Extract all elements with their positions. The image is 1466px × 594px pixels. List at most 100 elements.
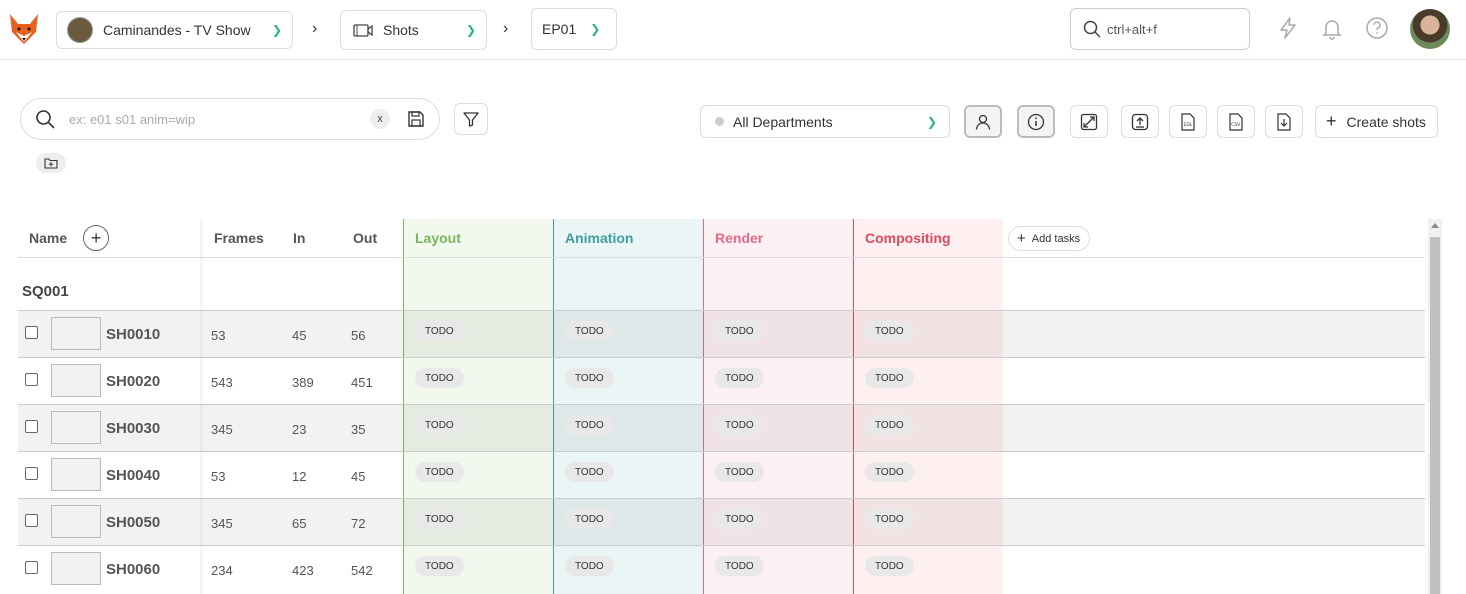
task-status-layout[interactable]: TODO	[415, 509, 464, 529]
shot-frame-out[interactable]: 56	[351, 328, 365, 343]
shot-name[interactable]: SH0010	[106, 326, 160, 343]
shot-frame-in[interactable]: 23	[292, 422, 306, 437]
global-search[interactable]	[1070, 8, 1250, 50]
clear-search-button[interactable]: x	[370, 109, 390, 129]
user-avatar[interactable]	[1410, 9, 1450, 49]
task-header-compositing[interactable]: Compositing	[865, 219, 951, 257]
shot-name[interactable]: SH0040	[106, 467, 160, 484]
table-row[interactable]: SH0010 53 45 56 TODO TODO TODO TODO	[18, 310, 1425, 357]
export-button[interactable]	[1265, 105, 1303, 138]
task-status-layout[interactable]: TODO	[415, 462, 464, 482]
task-status-render[interactable]: TODO	[715, 415, 764, 435]
shot-search-input[interactable]	[69, 111, 359, 127]
task-status-animation[interactable]: TODO	[565, 462, 614, 482]
shot-thumbnail[interactable]	[51, 458, 101, 491]
save-search-icon[interactable]	[407, 110, 425, 128]
department-selector[interactable]: All Departments ❯	[700, 105, 950, 138]
frames-column-header[interactable]: Frames	[214, 219, 264, 257]
task-status-animation[interactable]: TODO	[565, 415, 614, 435]
task-status-animation[interactable]: TODO	[565, 556, 614, 576]
name-column-header[interactable]: Name +	[29, 219, 110, 257]
filter-button[interactable]	[454, 103, 488, 135]
expand-button[interactable]	[1070, 105, 1108, 138]
shot-thumbnail[interactable]	[51, 364, 101, 397]
table-row[interactable]: SH0020 543 389 451 TODO TODO TODO TODO	[18, 357, 1425, 404]
row-checkbox[interactable]	[25, 561, 38, 574]
shot-thumbnail[interactable]	[51, 552, 101, 585]
add-tasks-button[interactable]: + Add tasks	[1008, 226, 1090, 251]
production-selector[interactable]: Caminandes - TV Show ❯	[56, 11, 293, 49]
shot-frames[interactable]: 345	[211, 516, 233, 531]
shot-frames[interactable]: 234	[211, 563, 233, 578]
task-status-compositing[interactable]: TODO	[865, 321, 914, 341]
shot-name[interactable]: SH0020	[106, 373, 160, 390]
row-checkbox[interactable]	[25, 514, 38, 527]
shot-thumbnail[interactable]	[51, 317, 101, 350]
shot-frames[interactable]: 345	[211, 422, 233, 437]
out-column-header[interactable]: Out	[353, 219, 377, 257]
assignees-toggle-button[interactable]	[964, 105, 1002, 138]
task-status-animation[interactable]: TODO	[565, 368, 614, 388]
section-selector[interactable]: Shots ❯	[340, 10, 487, 50]
import-edl-button[interactable]: EDL	[1169, 105, 1207, 138]
shot-frame-in[interactable]: 12	[292, 469, 306, 484]
task-status-render[interactable]: TODO	[715, 321, 764, 341]
task-status-animation[interactable]: TODO	[565, 509, 614, 529]
task-status-render[interactable]: TODO	[715, 368, 764, 388]
shot-frames[interactable]: 543	[211, 375, 233, 390]
import-button[interactable]	[1121, 105, 1159, 138]
add-metadata-button[interactable]: +	[83, 225, 110, 251]
shot-name[interactable]: SH0050	[106, 514, 160, 531]
shot-thumbnail[interactable]	[51, 411, 101, 444]
shot-frame-out[interactable]: 35	[351, 422, 365, 437]
vertical-scrollbar[interactable]	[1428, 219, 1442, 594]
kitsu-fox-logo-icon[interactable]	[8, 12, 40, 46]
shot-frame-out[interactable]: 45	[351, 469, 365, 484]
task-status-render[interactable]: TODO	[715, 509, 764, 529]
shot-frame-in[interactable]: 65	[292, 516, 306, 531]
shot-frame-out[interactable]: 72	[351, 516, 365, 531]
shot-frame-out[interactable]: 451	[351, 375, 373, 390]
info-toggle-button[interactable]	[1017, 105, 1055, 138]
row-checkbox[interactable]	[25, 467, 38, 480]
import-csv-button[interactable]: CSV	[1217, 105, 1255, 138]
row-checkbox[interactable]	[25, 420, 38, 433]
table-row[interactable]: SH0040 53 12 45 TODO TODO TODO TODO	[18, 451, 1425, 498]
task-status-compositing[interactable]: TODO	[865, 556, 914, 576]
task-status-render[interactable]: TODO	[715, 462, 764, 482]
task-status-compositing[interactable]: TODO	[865, 509, 914, 529]
bell-icon[interactable]	[1320, 16, 1344, 40]
task-status-layout[interactable]: TODO	[415, 321, 464, 341]
scroll-up-arrow-icon[interactable]	[1431, 223, 1439, 228]
task-status-render[interactable]: TODO	[715, 556, 764, 576]
shot-search[interactable]: x	[20, 98, 440, 140]
table-row[interactable]: SH0050 345 65 72 TODO TODO TODO TODO	[18, 498, 1425, 545]
shot-frames[interactable]: 53	[211, 328, 225, 343]
shot-name[interactable]: SH0030	[106, 420, 160, 437]
shot-frame-out[interactable]: 542	[351, 563, 373, 578]
table-row[interactable]: SH0030 345 23 35 TODO TODO TODO TODO	[18, 404, 1425, 451]
add-filter-folder-button[interactable]	[36, 153, 66, 173]
help-icon[interactable]	[1365, 16, 1389, 40]
episode-selector[interactable]: EP01 ❯	[531, 8, 617, 50]
task-status-animation[interactable]: TODO	[565, 321, 614, 341]
shot-frame-in[interactable]: 45	[292, 328, 306, 343]
task-status-compositing[interactable]: TODO	[865, 415, 914, 435]
shot-frame-in[interactable]: 389	[292, 375, 314, 390]
task-status-layout[interactable]: TODO	[415, 556, 464, 576]
shot-frame-in[interactable]: 423	[292, 563, 314, 578]
task-status-layout[interactable]: TODO	[415, 368, 464, 388]
task-status-compositing[interactable]: TODO	[865, 462, 914, 482]
row-checkbox[interactable]	[25, 373, 38, 386]
shot-thumbnail[interactable]	[51, 505, 101, 538]
table-row[interactable]: SH0060 234 423 542 TODO TODO TODO TODO	[18, 545, 1425, 592]
lightning-icon[interactable]	[1276, 16, 1300, 40]
shot-frames[interactable]: 53	[211, 469, 225, 484]
global-search-input[interactable]	[1107, 21, 1237, 37]
task-header-render[interactable]: Render	[715, 219, 763, 257]
shot-name[interactable]: SH0060	[106, 561, 160, 578]
row-checkbox[interactable]	[25, 326, 38, 339]
create-shots-button[interactable]: + Create shots	[1315, 105, 1438, 138]
scrollbar-thumb[interactable]	[1430, 237, 1440, 594]
in-column-header[interactable]: In	[293, 219, 305, 257]
